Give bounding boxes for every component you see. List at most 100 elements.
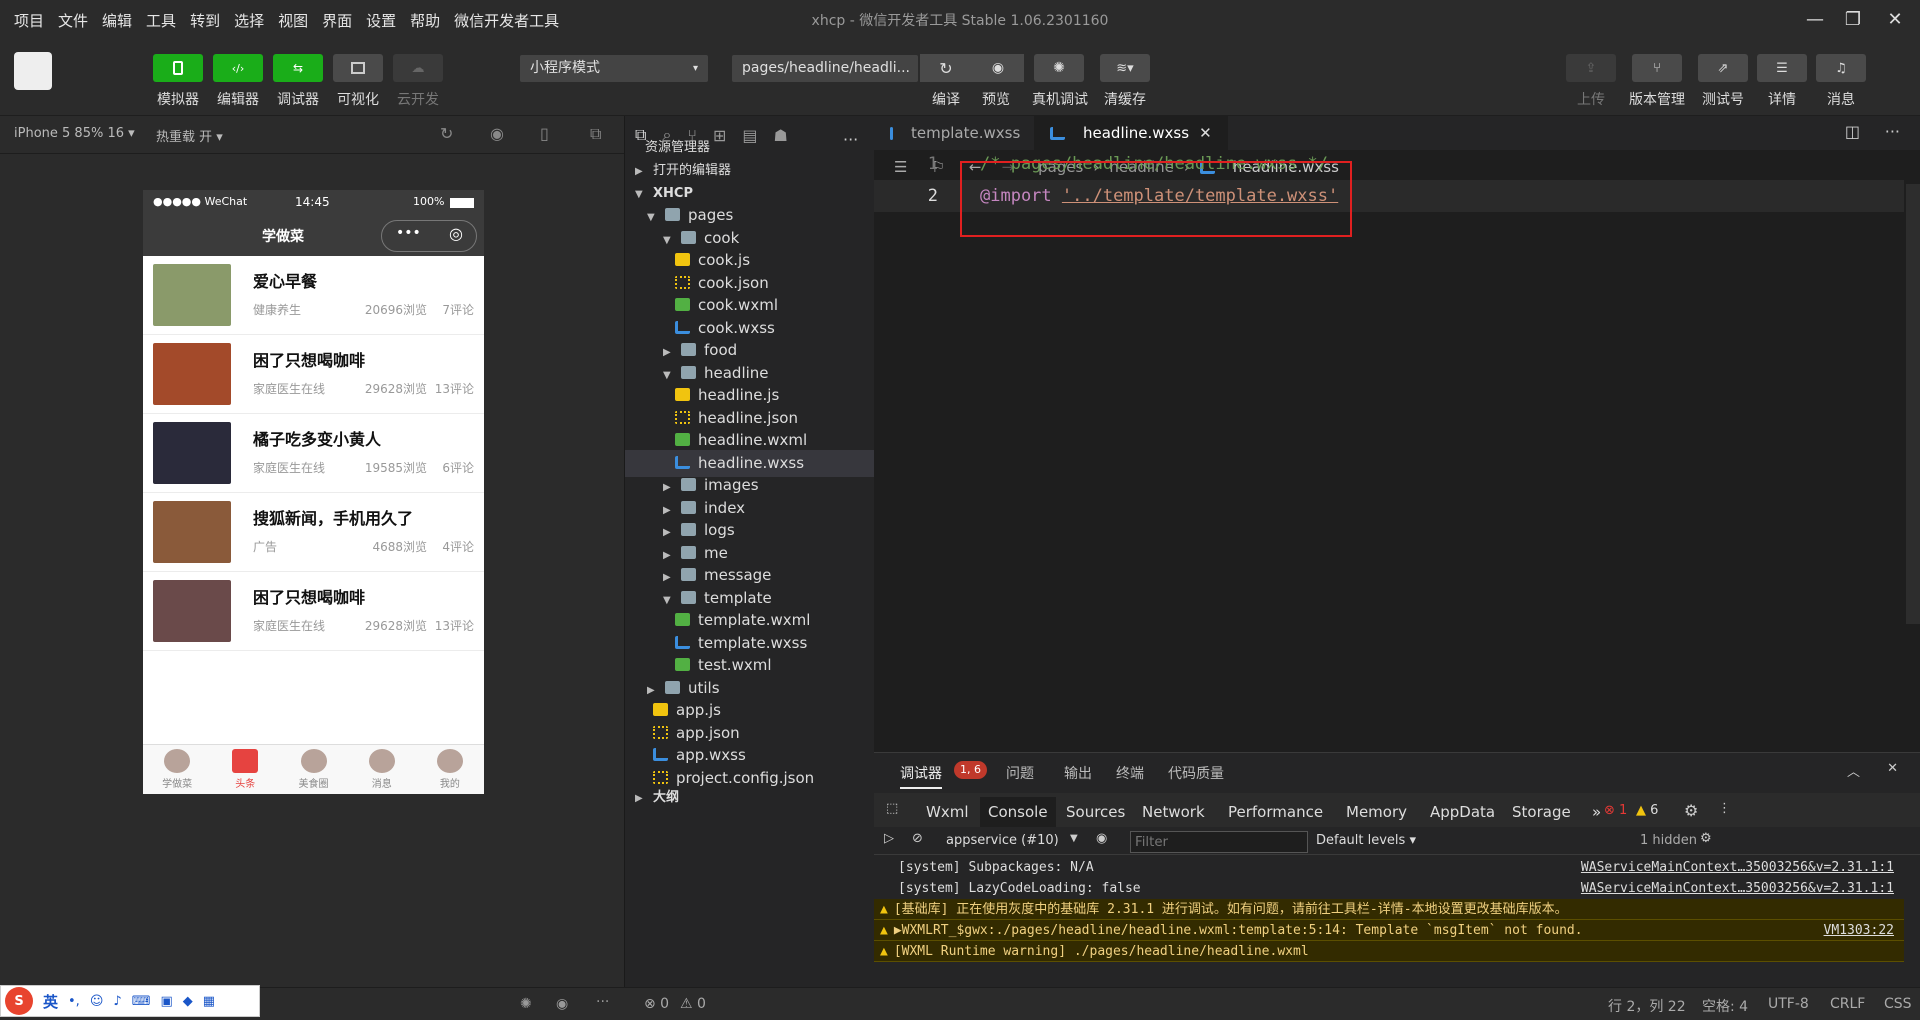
avatar[interactable] xyxy=(14,52,52,90)
docker-icon[interactable]: ☗ xyxy=(774,126,788,145)
scrollbar[interactable] xyxy=(1906,184,1920,624)
context-select[interactable]: appservice (#10) xyxy=(946,833,1059,848)
mode-select[interactable]: 小程序模式 ▾ xyxy=(520,55,708,82)
editor-button[interactable]: ‹/› xyxy=(213,54,263,82)
levels-select[interactable]: Default levels ▾ xyxy=(1316,833,1416,848)
list-item[interactable]: 困了只想喝咖啡 家庭医生在线 29628浏览 13评论 xyxy=(143,572,484,651)
tab-code-quality[interactable]: 代码质量 xyxy=(1168,763,1224,783)
keyboard-icon[interactable]: ⌨ xyxy=(132,994,151,1009)
console-tab[interactable]: AppData xyxy=(1422,797,1503,827)
more-vert-icon[interactable]: ⋮ xyxy=(1718,801,1731,816)
more-actions-icon[interactable]: ··· xyxy=(1885,122,1900,141)
log-source-link[interactable]: WAServiceMainContext…35003256&v=2.31.1:1 xyxy=(1581,857,1894,878)
list-item[interactable]: 搜狐新闻，手机用久了 广告 4688浏览 4评论 xyxy=(143,493,484,572)
rotate-icon[interactable]: ↻ xyxy=(440,124,453,143)
log-entry[interactable]: ▲ ▶WXMLRT_$gwx:./pages/headline/headline.… xyxy=(874,920,1904,941)
punctuation-icon[interactable]: •, xyxy=(68,994,80,1009)
log-entry[interactable]: [system] Subpackages: N/A WAServiceMainCo… xyxy=(874,857,1904,878)
phone-tab[interactable]: 头条 xyxy=(211,745,279,794)
emoji-icon[interactable]: ☺ xyxy=(90,994,104,1009)
sidebar-toggle-icon[interactable]: ▷ xyxy=(884,831,894,846)
ime-logo-icon[interactable]: S xyxy=(5,987,33,1015)
log-entry[interactable]: [system] LazyCodeLoading: false WAService… xyxy=(874,878,1904,899)
language-mode[interactable]: CSS xyxy=(1884,996,1912,1012)
minimize-button[interactable]: — xyxy=(1800,6,1830,34)
bug-icon[interactable]: ✺ xyxy=(520,996,532,1012)
status-errors[interactable]: ⊗ 0 xyxy=(644,996,669,1012)
visual-button[interactable] xyxy=(333,54,383,82)
inspect-icon[interactable]: ⬚ xyxy=(886,801,898,816)
menu-item[interactable]: 帮助 xyxy=(410,10,440,31)
menu-item[interactable]: 编辑 xyxy=(102,10,132,31)
hot-reload-toggle[interactable]: 热重载 开 ▾ xyxy=(156,126,223,145)
console-tab[interactable]: Storage xyxy=(1504,797,1579,827)
phone-icon[interactable]: ▯ xyxy=(540,124,549,143)
menu-item[interactable]: 项目 xyxy=(14,10,44,31)
list-item[interactable]: 橘子吃多变小黄人 家庭医生在线 19585浏览 6评论 xyxy=(143,414,484,493)
collapse-icon[interactable]: ︿ xyxy=(1847,761,1860,780)
tab-output[interactable]: 输出 xyxy=(1064,763,1092,783)
details-button[interactable]: ☰ xyxy=(1757,54,1807,82)
menu-item[interactable]: 视图 xyxy=(278,10,308,31)
eye-icon[interactable]: ◉ xyxy=(1096,831,1107,846)
tab-issues[interactable]: 问题 xyxy=(1006,763,1034,783)
console-tab[interactable]: Console xyxy=(980,797,1056,827)
debugger-button[interactable]: ⇆ xyxy=(273,54,323,82)
console-tab[interactable]: Wxml xyxy=(918,797,977,827)
skin-icon[interactable]: ◆ xyxy=(183,994,193,1009)
console-tab[interactable]: Sources xyxy=(1058,797,1133,827)
console-settings-icon[interactable]: ⚙ xyxy=(1700,831,1712,846)
close-icon[interactable]: ✕ xyxy=(1887,761,1898,776)
grid-icon[interactable]: ▦ xyxy=(203,994,215,1009)
outline-section[interactable]: ▶ 大纲 xyxy=(635,784,679,811)
log-source-link[interactable]: WAServiceMainContext…35003256&v=2.31.1:1 xyxy=(1581,878,1894,899)
tab-headline-wxss[interactable]: headline.wxss ✕ xyxy=(1034,116,1228,150)
more-icon[interactable]: ··· xyxy=(596,994,609,1010)
cloud-button[interactable]: ☁ xyxy=(393,54,443,82)
more-icon[interactable]: ••• xyxy=(396,225,421,241)
stop-icon[interactable]: ◉ xyxy=(490,124,504,143)
menu-item[interactable]: 界面 xyxy=(322,10,352,31)
split-editor-icon[interactable]: ◫ xyxy=(1845,122,1860,141)
tab-terminal[interactable]: 终端 xyxy=(1116,763,1144,783)
real-debug-button[interactable]: ✺ xyxy=(1034,54,1084,82)
clear-cache-button[interactable]: ≋▾ xyxy=(1100,54,1150,82)
list-item[interactable]: 困了只想喝咖啡 家庭医生在线 29628浏览 13评论 xyxy=(143,335,484,414)
phone-tab[interactable]: 学做菜 xyxy=(143,745,211,794)
test-account-button[interactable]: ⇗ xyxy=(1698,54,1748,82)
messages-button[interactable]: ♫ xyxy=(1816,54,1866,82)
microphone-icon[interactable]: ♪ xyxy=(113,994,121,1009)
settings-icon[interactable]: ⚙ xyxy=(1684,801,1698,820)
simulator-button[interactable] xyxy=(153,54,203,82)
clear-console-icon[interactable]: ⊘ xyxy=(912,831,923,846)
upload-button[interactable]: ⇪ xyxy=(1566,54,1616,82)
filter-input[interactable] xyxy=(1130,831,1308,853)
menu-item[interactable]: 设置 xyxy=(366,10,396,31)
console-tab[interactable]: Memory xyxy=(1338,797,1415,827)
preview-button[interactable]: ◉ xyxy=(972,54,1024,82)
maximize-button[interactable]: ❐ xyxy=(1838,6,1868,34)
more-actions-icon[interactable]: ··· xyxy=(843,130,858,149)
toolbox-icon[interactable]: ▣ xyxy=(160,994,172,1009)
status-warnings[interactable]: ⚠ 0 xyxy=(680,996,706,1012)
log-source-link[interactable]: VM1303:22 xyxy=(1824,920,1894,940)
version-button[interactable]: ⑂ xyxy=(1632,54,1682,82)
extensions-icon[interactable]: ⊞ xyxy=(713,126,726,145)
close-button[interactable]: ✕ xyxy=(1880,6,1910,34)
menu-item[interactable]: 转到 xyxy=(190,10,220,31)
phone-tab[interactable]: 美食圈 xyxy=(279,745,347,794)
indentation[interactable]: 空格: 4 xyxy=(1702,996,1748,1016)
list-item[interactable]: 爱心早餐 健康养生 20696浏览 7评论 xyxy=(143,256,484,335)
phone-tab[interactable]: 消息 xyxy=(348,745,416,794)
ime-language[interactable]: 英 xyxy=(43,991,58,1012)
path-select[interactable]: pages/headline/headli... xyxy=(732,55,918,82)
compile-button[interactable]: ↻ xyxy=(920,54,972,82)
menu-item[interactable]: 选择 xyxy=(234,10,264,31)
tab-debugger[interactable]: 调试器 xyxy=(900,763,942,789)
close-tab-icon[interactable]: ✕ xyxy=(1199,124,1212,142)
eye-icon[interactable]: ◉ xyxy=(556,996,568,1012)
encoding[interactable]: UTF-8 xyxy=(1768,996,1809,1012)
debug-panel-icon[interactable]: ▤ xyxy=(742,126,757,145)
menu-item[interactable]: 文件 xyxy=(58,10,88,31)
popout-icon[interactable]: ⧉ xyxy=(590,124,601,144)
